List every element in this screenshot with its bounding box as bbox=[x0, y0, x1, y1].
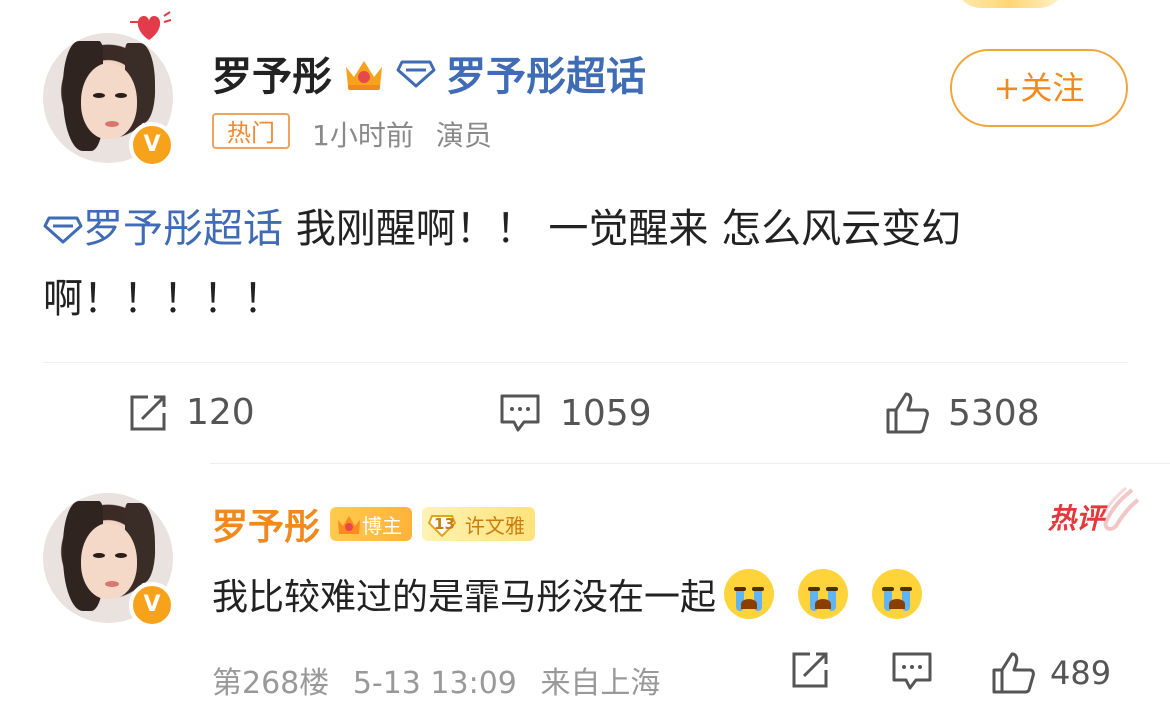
fan-name: 许文雅 bbox=[464, 513, 525, 538]
follow-button[interactable]: +关注 bbox=[950, 49, 1128, 127]
crown-icon bbox=[338, 516, 361, 534]
divider bbox=[43, 362, 1128, 363]
comment-icon bbox=[892, 652, 932, 690]
repost-icon bbox=[792, 652, 828, 688]
comment-button[interactable]: 1059 bbox=[498, 392, 652, 434]
comment-floor: 第268楼 bbox=[212, 666, 330, 701]
comment-count: 1059 bbox=[560, 392, 652, 434]
commenter-name[interactable]: 罗予彤 bbox=[212, 498, 320, 550]
like-button[interactable]: 5308 bbox=[884, 390, 1040, 436]
comment-reply-button[interactable] bbox=[890, 650, 934, 692]
supertopic-diamond-icon bbox=[396, 60, 436, 88]
verified-badge-icon: V bbox=[129, 582, 175, 628]
top-decoration bbox=[955, 0, 1065, 8]
comment-like-count: 489 bbox=[1050, 654, 1112, 692]
hot-comment-label: 热评 bbox=[1048, 502, 1105, 535]
author-role: 演员 bbox=[435, 119, 492, 152]
comment-date: 5-13 13:09 bbox=[352, 666, 517, 701]
thumbs-up-icon bbox=[886, 392, 929, 434]
author-line: 罗予彤 罗予彤超话 bbox=[212, 44, 646, 102]
repost-count: 120 bbox=[186, 392, 255, 433]
post-time: 1小时前 bbox=[312, 119, 414, 152]
comment-meta: 第268楼 5-13 13:09 来自上海 bbox=[212, 658, 660, 702]
divider bbox=[210, 463, 1170, 464]
comment-author-line: 罗予彤 博主 13 许文雅 bbox=[212, 498, 535, 550]
fan-level-badge: 13 许文雅 bbox=[422, 507, 535, 541]
blogger-badge: 博主 bbox=[330, 507, 413, 541]
comment-icon bbox=[500, 394, 540, 432]
crying-emoji-icon bbox=[872, 569, 923, 619]
fan-level-number: 13 bbox=[434, 515, 455, 533]
verified-badge-icon: V bbox=[129, 122, 175, 168]
post-meta: 1小时前 演员 bbox=[312, 114, 492, 154]
post-body: 罗予彤超话 我刚醒啊！！ 一觉醒来 怎么风云变幻啊！！！！！ bbox=[43, 194, 1133, 334]
supertopic-diamond-icon bbox=[43, 216, 83, 244]
repost-icon bbox=[130, 395, 166, 430]
comment-body: 我比较难过的是霏马彤没在一起 bbox=[212, 568, 923, 620]
author-name[interactable]: 罗予彤 bbox=[212, 44, 332, 102]
supertopic-link[interactable]: 罗予彤超话 bbox=[446, 44, 646, 102]
blogger-badge-label: 博主 bbox=[362, 513, 403, 538]
comment-repost-button[interactable] bbox=[790, 650, 830, 690]
thumbs-up-icon bbox=[992, 652, 1035, 694]
heart-pendant-icon bbox=[130, 11, 172, 40]
inline-supertopic-link[interactable]: 罗予彤超话 bbox=[83, 206, 283, 252]
crying-emoji-icon bbox=[798, 569, 849, 619]
crying-emoji-icon bbox=[724, 569, 775, 619]
hot-tag: 热门 bbox=[212, 113, 290, 149]
comment-text: 我比较难过的是霏马彤没在一起 bbox=[212, 577, 717, 618]
comment-like-button[interactable]: 489 bbox=[990, 650, 1111, 696]
like-count: 5308 bbox=[948, 392, 1040, 434]
comment-source: 来自上海 bbox=[540, 666, 661, 701]
repost-button[interactable]: 120 bbox=[128, 392, 255, 433]
crown-icon bbox=[346, 61, 382, 90]
